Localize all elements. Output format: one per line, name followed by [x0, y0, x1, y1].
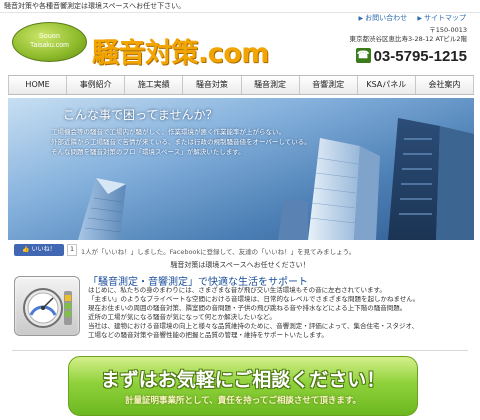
- notice-text: 騒音対策は環境スペースへお任せください！: [170, 261, 310, 269]
- phone-number[interactable]: ☎ 03-5795-1215: [355, 48, 467, 65]
- hero-banner: こんな事で困ってませんか？ 工場機会等の騒音で工場内が騒がしく、作業環境が悪く作…: [8, 98, 474, 240]
- facebook-like-icon: 👍: [22, 247, 30, 253]
- top-bar: 騒音対策や各種音響測定は環境スペースへお任せ下さい。: [0, 0, 480, 13]
- contact-link-label: お問い合わせ: [365, 14, 408, 22]
- facebook-like-count: 1: [67, 244, 77, 256]
- nav-item-works[interactable]: 施工実績: [125, 76, 184, 94]
- facebook-like-text: 1人が「いいね！」しました。Facebookに登録して、友達の「いいね！」を見て…: [81, 248, 356, 256]
- hero-line-3: そんな問題を騒音対策のプロ「環境スペース」が解決いたします。: [51, 148, 245, 156]
- contact-link[interactable]: ▶ お問い合わせ: [359, 13, 408, 23]
- sitemap-link[interactable]: ▶ サイトマップ: [417, 13, 466, 23]
- gauge-image: [14, 276, 80, 336]
- arrow-icon: ▶: [417, 15, 422, 22]
- nav-item-cases[interactable]: 事例紹介: [67, 76, 126, 94]
- header: Souon Taisaku.com 騒音対策.com ▶ お問い合わせ ▶ サイトマ…: [0, 13, 480, 71]
- nav-item-acoustic-measurement[interactable]: 音響測定: [300, 76, 358, 94]
- hero-line-2: 外部近隣から工場騒音で苦情が来ている、または行政の規制騒音値をオーバーしている。: [51, 138, 311, 146]
- consult-cta-banner[interactable]: まずはお気軽にご相談ください！ 計量証明事業所として、責任を持ってご相談させて頂…: [68, 356, 418, 416]
- intro-line-5: 当社は、建物における音環境の向上と様々な品質維持のために、音響測定・評価によって…: [88, 322, 419, 330]
- utility-links: ▶ お問い合わせ ▶ サイトマップ: [351, 13, 466, 23]
- intro-line-3: 現在お住まいの周囲の騒音対策、隣室間の音問題・子供の飛び跳ねる音や排水などによる…: [88, 304, 407, 312]
- logo-badge[interactable]: Souon Taisaku.com: [12, 22, 87, 62]
- nav-item-ksa-panel[interactable]: KSAパネル: [358, 76, 416, 94]
- phone-icon: ☎: [355, 48, 371, 63]
- cta-subtitle: 計量証明事業所として、責任を持ってご相談させて頂きます。: [124, 396, 362, 406]
- arrow-icon: ▶: [358, 15, 364, 22]
- facebook-like-button[interactable]: 👍 いいね！: [14, 244, 64, 256]
- cta-title: まずはお気軽にご相談ください！: [100, 369, 386, 391]
- intro-line-4: 近所の工場が気になる騒音が気になって何とか解決したいなど。: [88, 313, 276, 321]
- gauge-icon: [23, 288, 72, 328]
- logo-title[interactable]: 騒音対策.com: [92, 31, 269, 70]
- intro-line-1: はじめに、私たちの身のまわりには、さまざまな音が飛び交い生活環境もその音に左右さ…: [88, 286, 386, 294]
- nav-item-company[interactable]: 会社案内: [416, 76, 474, 94]
- site-tagline: 騒音対策や各種音響測定は環境スペースへお任せ下さい。: [4, 2, 186, 10]
- street-address: 東京都渋谷区恵比寿3-28-12 ATビル2階: [349, 35, 467, 43]
- hero-line-1: 工場機会等の騒音で工場内が騒がしく、作業環境が悪く作業能率が上がらない。: [51, 128, 285, 136]
- intro-line-6: 工場などの騒音対策や音響性能の把握と品質の管理・維持をサポートいたします。: [88, 331, 328, 339]
- facebook-like-row: 👍 いいね！ 1 1人が「いいね！」しました。Facebookに登録して、友達の…: [8, 243, 474, 257]
- logo-line2: Taisaku.com: [30, 42, 69, 49]
- section-divider: [12, 350, 468, 351]
- phone-number-text: 03-5795-1215: [373, 48, 467, 65]
- sitemap-link-label: サイトマップ: [424, 14, 466, 22]
- intro-line-2: 「主まい」のようなプライベートな空間における音環境は、日常的なレベルでさまざまな…: [88, 295, 420, 303]
- hero-title: こんな事で困ってませんか？: [63, 108, 218, 122]
- postal-code: 〒150-0013: [429, 26, 467, 34]
- nav-item-noise-measurement[interactable]: 騒音測定: [242, 76, 300, 94]
- nav-item-noise-measures[interactable]: 騒音対策: [183, 76, 242, 94]
- nav-item-home[interactable]: HOME: [8, 76, 68, 94]
- address: 〒150-0013 東京都渋谷区恵比寿3-28-12 ATビル2階: [350, 26, 467, 44]
- facebook-like-label: いいね！: [31, 247, 56, 253]
- main-nav: HOME 事例紹介 施工実績 騒音対策 騒音測定 音響測定 KSAパネル 会社案…: [8, 75, 474, 95]
- logo-line1: Souon: [38, 33, 61, 40]
